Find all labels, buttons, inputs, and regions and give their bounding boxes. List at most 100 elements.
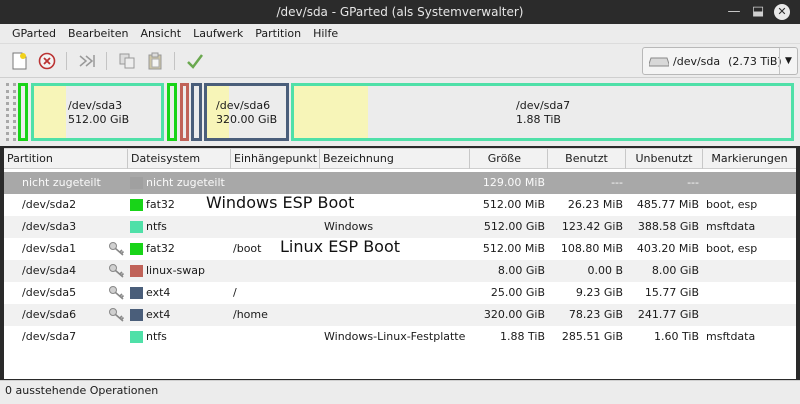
table-row[interactable]: /dev/sda7 ntfs Windows-Linux-Festplatte … — [4, 326, 796, 348]
resize-move-button[interactable] — [77, 51, 97, 71]
column-bezeichnung[interactable]: Bezeichnung — [320, 149, 470, 169]
copy-button[interactable] — [117, 51, 137, 71]
partition-block-sda3[interactable]: /dev/sda3 512.00 GiB — [31, 83, 164, 141]
partition-block-sda1[interactable] — [167, 83, 177, 141]
cell-unused: 15.77 GiB — [644, 286, 699, 299]
maximize-icon[interactable]: ⬓ — [750, 4, 766, 20]
cell-filesystem: ext4 — [146, 308, 171, 321]
cell-size: 8.00 GiB — [497, 264, 545, 277]
table-row[interactable]: /dev/sda6 ext4 /home 320.00 GiB 78.23 Gi… — [4, 304, 796, 326]
column-einhaengepunkt[interactable]: Einhängepunkt — [231, 149, 320, 169]
checkmark-icon — [187, 54, 203, 69]
table-row[interactable]: /dev/sda4 linux-swap 8.00 GiB 0.00 B 8.0… — [4, 260, 796, 282]
partition-block-sda7-name: /dev/sda7 — [516, 99, 571, 112]
cell-filesystem: nicht zugeteilt — [146, 176, 225, 189]
menu-bar: GParted Bearbeiten Ansicht Laufwerk Part… — [0, 24, 800, 44]
cell-used: --- — [611, 176, 623, 189]
toolbar: /dev/sda (2.73 TiB) ▼ — [0, 44, 800, 78]
cell-mountpoint: /home — [233, 308, 268, 321]
cell-partition: /dev/sda3 — [22, 220, 77, 233]
column-dateisystem[interactable]: Dateisystem — [128, 149, 231, 169]
menu-gparted[interactable]: GParted — [6, 24, 62, 44]
cell-filesystem: fat32 — [146, 242, 175, 255]
new-partition-button[interactable] — [9, 51, 29, 71]
menu-hilfe[interactable]: Hilfe — [307, 24, 344, 44]
device-size: (2.73 TiB) — [728, 54, 782, 68]
partition-block-unallocated[interactable] — [6, 83, 16, 141]
partition-block-sda4[interactable] — [180, 83, 189, 141]
column-benutzt[interactable]: Benutzt — [548, 149, 626, 169]
menu-bearbeiten[interactable]: Bearbeiten — [62, 24, 134, 44]
minimize-icon[interactable]: — — [726, 4, 742, 20]
cell-unused: 8.00 GiB — [651, 264, 699, 277]
partition-block-sda3-name: /dev/sda3 — [68, 99, 123, 112]
filesystem-color-swatch — [130, 287, 143, 299]
paste-icon — [148, 52, 162, 70]
cell-filesystem: linux-swap — [146, 264, 205, 277]
cell-size: 512.00 MiB — [482, 242, 545, 255]
table-row[interactable]: /dev/sda3 ntfs Windows 512.00 GiB 123.42… — [4, 216, 796, 238]
partition-block-sda6-size: 320.00 GiB — [216, 113, 278, 126]
delete-partition-button[interactable] — [37, 51, 57, 71]
cell-flags: msftdata — [706, 330, 756, 343]
annotation-linux-esp: Linux ESP Boot — [280, 237, 401, 256]
chevron-down-icon[interactable]: ▼ — [779, 48, 797, 74]
partition-block-sda5[interactable] — [191, 83, 202, 141]
cell-unused: 485.77 MiB — [636, 198, 699, 211]
menu-partition[interactable]: Partition — [249, 24, 307, 44]
cell-used: 9.23 GiB — [575, 286, 623, 299]
cell-flags: msftdata — [706, 220, 756, 233]
cell-mountpoint: / — [233, 286, 237, 299]
partition-table: nicht zugeteilt nicht zugeteilt 129.00 M… — [4, 169, 796, 379]
column-unbenutzt[interactable]: Unbenutzt — [626, 149, 703, 169]
device-selector[interactable]: /dev/sda (2.73 TiB) ▼ — [642, 47, 798, 75]
partition-block-sda6-name: /dev/sda6 — [216, 99, 271, 112]
cell-filesystem: ntfs — [146, 330, 167, 343]
paste-button[interactable] — [145, 51, 165, 71]
table-row[interactable]: nicht zugeteilt nicht zugeteilt 129.00 M… — [4, 172, 796, 194]
status-text: 0 ausstehende Operationen — [5, 384, 159, 397]
table-row[interactable]: /dev/sda5 ext4 / 25.00 GiB 9.23 GiB 15.7… — [4, 282, 796, 304]
filesystem-color-swatch — [130, 177, 143, 189]
key-icon — [109, 286, 125, 300]
cell-partition: /dev/sda4 — [22, 264, 77, 277]
partition-block-sda6[interactable]: /dev/sda6 320.00 GiB — [204, 83, 289, 141]
cell-flags: boot, esp — [706, 198, 758, 211]
new-document-icon — [12, 52, 27, 70]
filesystem-color-swatch — [130, 199, 143, 211]
partition-block-sda2[interactable] — [18, 83, 28, 141]
column-groesse[interactable]: Größe — [470, 149, 548, 169]
table-row[interactable]: /dev/sda2 fat32 512.00 MiB 26.23 MiB 485… — [4, 194, 796, 216]
cell-partition: /dev/sda6 — [22, 308, 77, 321]
cell-partition: nicht zugeteilt — [22, 176, 101, 189]
key-icon — [109, 264, 125, 278]
cell-label: Windows-Linux-Festplatte — [324, 330, 466, 343]
cell-used: 108.80 MiB — [560, 242, 623, 255]
key-icon — [109, 242, 125, 256]
harddisk-icon — [649, 57, 669, 67]
window-title: /dev/sda - GParted (als Systemverwalter) — [276, 5, 524, 19]
filesystem-color-swatch — [130, 309, 143, 321]
cell-used: 78.23 GiB — [568, 308, 623, 321]
menu-ansicht[interactable]: Ansicht — [134, 24, 187, 44]
cell-size: 129.00 MiB — [482, 176, 545, 189]
cell-filesystem: ntfs — [146, 220, 167, 233]
apply-button[interactable] — [185, 51, 205, 71]
partition-block-sda7[interactable]: /dev/sda7 1.88 TiB — [291, 83, 794, 141]
key-icon — [109, 308, 125, 322]
menu-laufwerk[interactable]: Laufwerk — [187, 24, 249, 44]
filesystem-color-swatch — [130, 243, 143, 255]
column-partition[interactable]: Partition — [4, 149, 128, 169]
cell-filesystem: fat32 — [146, 198, 175, 211]
device-name: /dev/sda — [673, 54, 721, 68]
close-icon[interactable]: ✕ — [774, 4, 790, 20]
annotation-windows-esp: Windows ESP Boot — [206, 193, 355, 212]
partition-block-sda7-size: 1.88 TiB — [516, 113, 561, 126]
cell-unused: 388.58 GiB — [637, 220, 699, 233]
column-markierungen[interactable]: Markierungen — [703, 149, 796, 169]
cell-unused: 403.20 MiB — [636, 242, 699, 255]
cell-partition: /dev/sda1 — [22, 242, 77, 255]
table-header: Partition Dateisystem Einhängepunkt Beze… — [4, 148, 796, 169]
cell-size: 320.00 GiB — [483, 308, 545, 321]
cell-partition: /dev/sda7 — [22, 330, 77, 343]
